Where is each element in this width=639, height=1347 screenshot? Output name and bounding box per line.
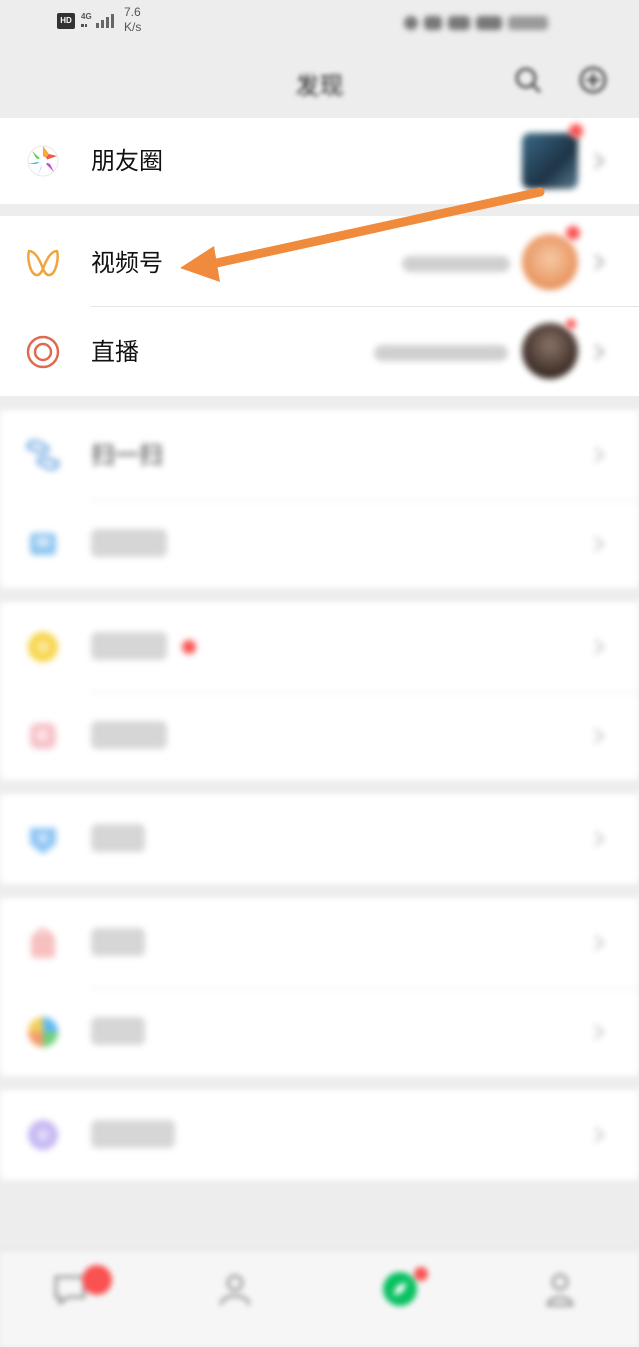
- svg-text:4G: 4G: [81, 12, 92, 21]
- list-item-scan[interactable]: 扫一扫: [0, 410, 639, 500]
- list-item-channels[interactable]: 视频号: [0, 216, 639, 306]
- top-stories-red-dot: [182, 640, 196, 654]
- list-item-moments[interactable]: 朋友圈: [0, 118, 639, 204]
- top-bar: 发现: [0, 46, 639, 118]
- chevron-right-icon: [594, 344, 605, 360]
- plus-circle-icon[interactable]: [578, 65, 608, 95]
- group-top-search: [0, 602, 639, 780]
- chevron-right-icon: [594, 254, 605, 270]
- search-feature-label: [91, 721, 167, 749]
- moments-label: 朋友圈: [91, 147, 163, 175]
- contacts-icon: [219, 1274, 251, 1306]
- me-icon: [546, 1273, 574, 1307]
- group-mini-programs: [0, 1090, 639, 1180]
- group-channels-live: 视频号 直播: [0, 216, 639, 396]
- tab-contacts[interactable]: [185, 1251, 285, 1347]
- moments-aperture-icon: [27, 145, 59, 177]
- tab-bar: [0, 1250, 639, 1347]
- search-feature-icon: [30, 723, 56, 749]
- nearby-icon: [30, 828, 56, 854]
- top-stories-icon: [28, 632, 58, 662]
- chevron-right-icon: [594, 1024, 605, 1040]
- games-icon: [28, 1017, 58, 1047]
- chats-badge: [82, 1265, 112, 1295]
- mini-programs-label: [91, 1120, 175, 1148]
- cellular-signal-icon: 4G: [81, 12, 114, 28]
- tab-discover[interactable]: [350, 1251, 450, 1347]
- list-item-live[interactable]: 直播: [0, 307, 639, 396]
- shake-icon: [30, 533, 56, 555]
- list-item-games[interactable]: [0, 989, 639, 1076]
- chevron-right-icon: [594, 831, 605, 847]
- list-item-search-feature[interactable]: [0, 693, 639, 780]
- chevron-right-icon: [594, 153, 605, 169]
- channels-hint-text: [402, 256, 510, 272]
- chevron-right-icon: [594, 935, 605, 951]
- scan-icon: [26, 440, 60, 470]
- chevron-right-icon: [594, 447, 605, 463]
- status-bar: HD 4G 7.6 K/s: [0, 0, 639, 46]
- chevron-right-icon: [594, 639, 605, 655]
- list-item-top-stories[interactable]: [0, 602, 639, 692]
- network-speed: 7.6 K/s: [124, 5, 141, 35]
- search-icon[interactable]: [513, 65, 543, 95]
- shopping-bag-icon: [31, 928, 55, 958]
- page-title: 发现: [295, 72, 344, 100]
- channels-label: 视频号: [91, 249, 163, 277]
- top-stories-label: [91, 632, 167, 660]
- moments-red-dot: [569, 124, 583, 138]
- chevron-right-icon: [594, 536, 605, 552]
- hd-badge: HD: [57, 13, 75, 29]
- shopping-label: [91, 928, 145, 956]
- tab-me[interactable]: [510, 1251, 610, 1347]
- list-item-mini-programs[interactable]: [0, 1090, 639, 1180]
- shake-label: [91, 529, 167, 557]
- speed-value: 7.6: [124, 5, 141, 19]
- speed-unit: K/s: [124, 20, 142, 34]
- channels-red-dot: [566, 226, 580, 240]
- live-label: 直播: [91, 338, 139, 366]
- live-ring-icon: [26, 335, 60, 369]
- tab-chats[interactable]: [20, 1251, 120, 1347]
- group-nearby: [0, 794, 639, 884]
- list-item-shopping[interactable]: [0, 898, 639, 988]
- discover-red-dot: [414, 1267, 428, 1281]
- status-right-icons: [404, 12, 604, 30]
- games-label: [91, 1017, 145, 1045]
- scan-label: 扫一扫: [91, 441, 163, 469]
- live-avatar: [522, 323, 578, 379]
- live-hint-text: [374, 345, 508, 361]
- moments-thumbnail: [522, 133, 578, 189]
- group-scan-shake: 扫一扫: [0, 410, 639, 588]
- list-item-shake[interactable]: [0, 501, 639, 588]
- group-shop-games: [0, 898, 639, 1076]
- mini-programs-icon: [28, 1120, 58, 1150]
- live-red-dot: [566, 319, 576, 329]
- group-moments: 朋友圈: [0, 118, 639, 204]
- channels-butterfly-icon: [27, 249, 59, 277]
- list-item-nearby[interactable]: [0, 794, 639, 884]
- chevron-right-icon: [594, 1127, 605, 1143]
- channels-avatar: [522, 234, 578, 290]
- nearby-label: [91, 824, 145, 852]
- chevron-right-icon: [594, 728, 605, 744]
